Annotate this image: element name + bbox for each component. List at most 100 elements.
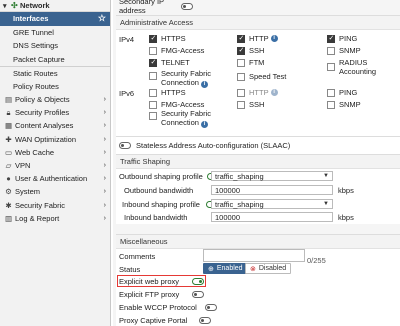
checkbox[interactable] [327, 34, 335, 43]
comments-textarea[interactable] [203, 249, 305, 262]
sidebar-item-content-analyses[interactable]: ▦ Content Analyses › [0, 119, 110, 132]
slaac-row[interactable]: Stateless Address Auto-configuration (SL… [119, 141, 290, 150]
sidebar-item-security-fabric[interactable]: ✱ Security Fabric › [0, 199, 110, 212]
ipv4-ftm[interactable]: FTM [237, 58, 264, 67]
nav-network-label: Network [20, 1, 50, 10]
ipv4-fmg-access[interactable]: FMG-Access [149, 46, 204, 55]
checkbox[interactable] [237, 100, 245, 109]
checkbox[interactable] [149, 88, 157, 97]
chevron-right-icon: › [103, 188, 106, 196]
sidebar-item-policy-objects[interactable]: ▤ Policy & Objects › [0, 93, 110, 106]
info-icon[interactable]: i [200, 81, 208, 88]
outbound-bw-input[interactable]: 100000 [211, 185, 333, 195]
info-icon[interactable]: i [270, 89, 278, 96]
checkbox-label: SNMP [339, 46, 361, 55]
captive-portal-row[interactable]: Proxy Captive Portal [119, 316, 216, 325]
wccp-row[interactable]: Enable WCCP Protocol [119, 303, 222, 312]
sidebar-item-wan-optimization[interactable]: ✚ WAN Optimization › [0, 133, 110, 146]
monitor-icon: ▭ [4, 147, 13, 157]
ipv6-https[interactable]: HTTPS [149, 88, 186, 97]
checkbox[interactable] [149, 58, 157, 67]
sidebar-item-security-profiles[interactable]: 🔒︎ Security Profiles › [0, 106, 110, 119]
checkbox-label: FMG-Access [161, 46, 205, 55]
checkbox-label: SSH [249, 46, 265, 55]
checkbox[interactable] [237, 46, 245, 55]
sidebar-item-web-cache[interactable]: ▭ Web Cache › [0, 146, 110, 159]
checkbox[interactable] [237, 34, 245, 43]
checkbox[interactable] [327, 100, 335, 109]
checkbox[interactable] [149, 34, 157, 43]
sidebar-item-vpn[interactable]: ▱ VPN › [0, 159, 110, 172]
info-icon[interactable]: i [200, 121, 208, 128]
checkbox-label: Security Fabric [161, 69, 212, 78]
ipv6-security-fabric[interactable]: Security Fabric Connection i [149, 109, 211, 128]
ipv4-http[interactable]: HTTPi [237, 34, 278, 43]
checkbox[interactable] [149, 72, 157, 80]
ipv6-snmp[interactable]: SNMP [327, 100, 361, 109]
outbound-bw-unit: kbps [338, 186, 354, 195]
sidebar-item-label: DNS Settings [13, 41, 59, 51]
checkbox-label-group: Security Fabric Connection i [161, 69, 211, 88]
ipv6-fmg-access[interactable]: FMG-Access [149, 100, 204, 109]
nav-network[interactable]: ▾ ✣ Network [0, 0, 110, 12]
secondary-ip-toggle[interactable] [181, 2, 193, 10]
explicit-web-proxy-toggle[interactable] [192, 278, 204, 285]
ipv4-speed-test[interactable]: Speed Test [237, 72, 286, 81]
checkbox[interactable] [327, 63, 335, 71]
sidebar-item-user-authentication[interactable]: ● User & Authentication › [0, 172, 110, 185]
checkbox[interactable] [327, 88, 335, 97]
captive-portal-toggle[interactable] [199, 317, 211, 324]
sidebar-item-label: WAN Optimization [15, 134, 76, 144]
chevron-right-icon: › [103, 122, 106, 130]
info-icon[interactable]: i [270, 35, 278, 42]
checkbox-label: PING [339, 88, 358, 97]
sidebar-item-interfaces[interactable]: Interfaces ☆ [0, 12, 110, 26]
sidebar-item-gre-tunnel[interactable]: GRE Tunnel [0, 26, 110, 40]
traffic-shaping-title: Traffic Shaping [116, 155, 400, 169]
chevron-right-icon: › [103, 162, 106, 170]
checkbox[interactable] [237, 58, 245, 67]
sidebar-item-label: Security Fabric [15, 200, 66, 210]
sidebar-item-policy-routes[interactable]: Policy Routes [0, 80, 110, 94]
ipv6-ping[interactable]: PING [327, 88, 357, 97]
captive-portal-label: Proxy Captive Portal [119, 316, 188, 325]
sidebar-item-packet-capture[interactable]: Packet Capture [0, 53, 110, 67]
explicit-ftp-proxy-toggle[interactable] [192, 291, 204, 298]
sidebar-item-log-report[interactable]: ▥ Log & Report › [0, 212, 110, 225]
explicit-web-proxy-row[interactable]: Explicit web proxy [119, 277, 209, 286]
ipv4-https[interactable]: HTTPS [149, 34, 186, 43]
ipv4-security-fabric[interactable]: Security Fabric Connection i [149, 69, 211, 88]
checkbox[interactable] [237, 88, 245, 97]
ipv4-snmp[interactable]: SNMP [327, 46, 361, 55]
checkbox[interactable] [149, 112, 157, 120]
checkbox[interactable] [149, 100, 157, 109]
status-enabled-button[interactable]: ⊕ Enabled [203, 263, 248, 274]
wan-icon: ✚ [5, 134, 12, 144]
comments-label: Comments [119, 252, 156, 261]
ipv4-ping[interactable]: PING [327, 34, 357, 43]
outbound-profile-select[interactable]: traffic_shaping ▼ [211, 171, 333, 181]
star-icon[interactable]: ☆ [98, 13, 106, 24]
explicit-ftp-proxy-row[interactable]: Explicit FTP proxy [119, 290, 209, 299]
sidebar-item-static-routes[interactable]: Static Routes [0, 66, 110, 80]
sidebar-item-system[interactable]: ⚙ System › [0, 185, 110, 198]
status-label: Status [119, 265, 141, 274]
checkbox[interactable] [237, 72, 245, 81]
inbound-profile-select[interactable]: traffic_shaping ▼ [211, 199, 333, 209]
ipv4-radius-accounting[interactable]: RADIUS Accounting [327, 58, 400, 76]
wccp-toggle[interactable] [205, 304, 217, 311]
ipv6-ssh[interactable]: SSH [237, 100, 264, 109]
checkbox[interactable] [149, 46, 157, 55]
checkbox-label: SNMP [339, 100, 361, 109]
sidebar: ▾ ✣ Network Interfaces ☆ GRE Tunnel DNS … [0, 0, 111, 326]
ipv4-telnet[interactable]: TELNET [149, 58, 190, 67]
slaac-toggle[interactable] [119, 142, 131, 149]
ipv6-http[interactable]: HTTP i [237, 88, 278, 97]
checkbox[interactable] [327, 46, 335, 55]
status-disabled-button[interactable]: ⊗ Disabled [245, 263, 292, 274]
chevron-right-icon: › [103, 96, 106, 104]
inbound-bw-input[interactable]: 100000 [211, 212, 333, 222]
sidebar-item-dns-settings[interactable]: DNS Settings [0, 39, 110, 53]
sidebar-item-label: User & Authentication [15, 174, 88, 184]
ipv4-ssh[interactable]: SSH [237, 46, 264, 55]
